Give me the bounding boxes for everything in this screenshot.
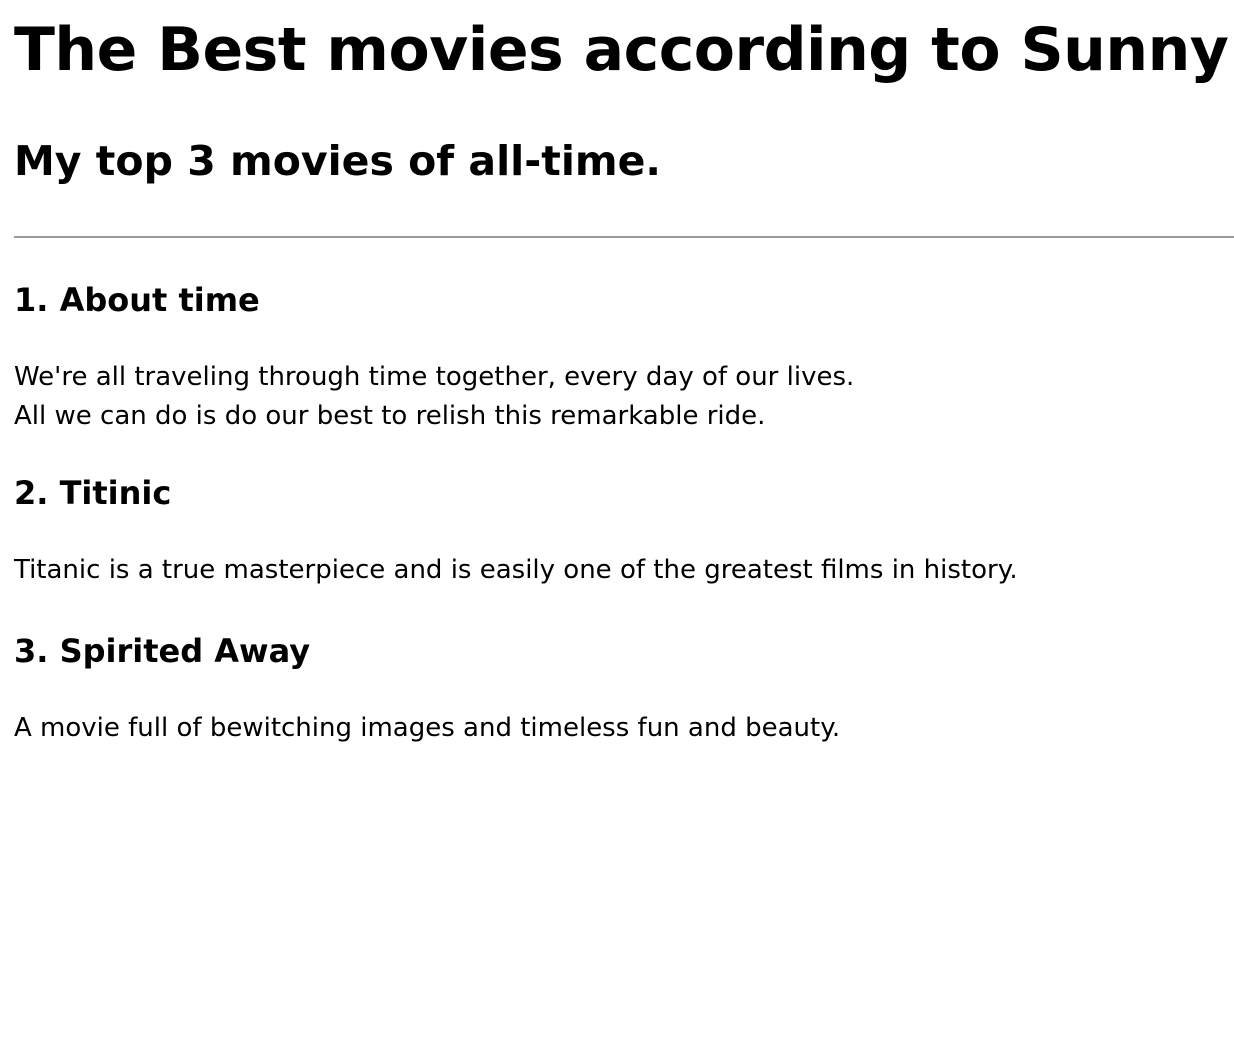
movie-heading: 3. Spirited Away <box>14 632 311 670</box>
movie-description: A movie full of bewitching images and ti… <box>14 671 1234 748</box>
description-line: A movie full of bewitching images and ti… <box>14 713 841 743</box>
page-title: The Best movies according to Sunny <box>14 15 1229 85</box>
movie-description: Titanic is a true masterpiece and is eas… <box>14 513 1234 590</box>
movie-heading: 2. Titinic <box>14 474 172 512</box>
description-line: Titanic is a true masterpiece and is eas… <box>14 555 1018 585</box>
description-line: All we can do is do our best to relish t… <box>14 401 766 431</box>
movie-entry-about-time: 1. About time We're all traveling throug… <box>14 238 1234 436</box>
description-line: We're all traveling through time togethe… <box>14 362 855 392</box>
movie-entry-titinic: 2. Titinic Titanic is a true masterpiece… <box>14 436 1234 590</box>
page-subtitle: My top 3 movies of all-time. <box>14 137 661 185</box>
movie-description: We're all traveling through time togethe… <box>14 320 1234 436</box>
page: The Best movies according to Sunny My to… <box>0 0 1234 1040</box>
movie-entry-spirited-away: 3. Spirited Away A movie full of bewitch… <box>14 590 1234 748</box>
movie-heading: 1. About time <box>14 281 260 319</box>
